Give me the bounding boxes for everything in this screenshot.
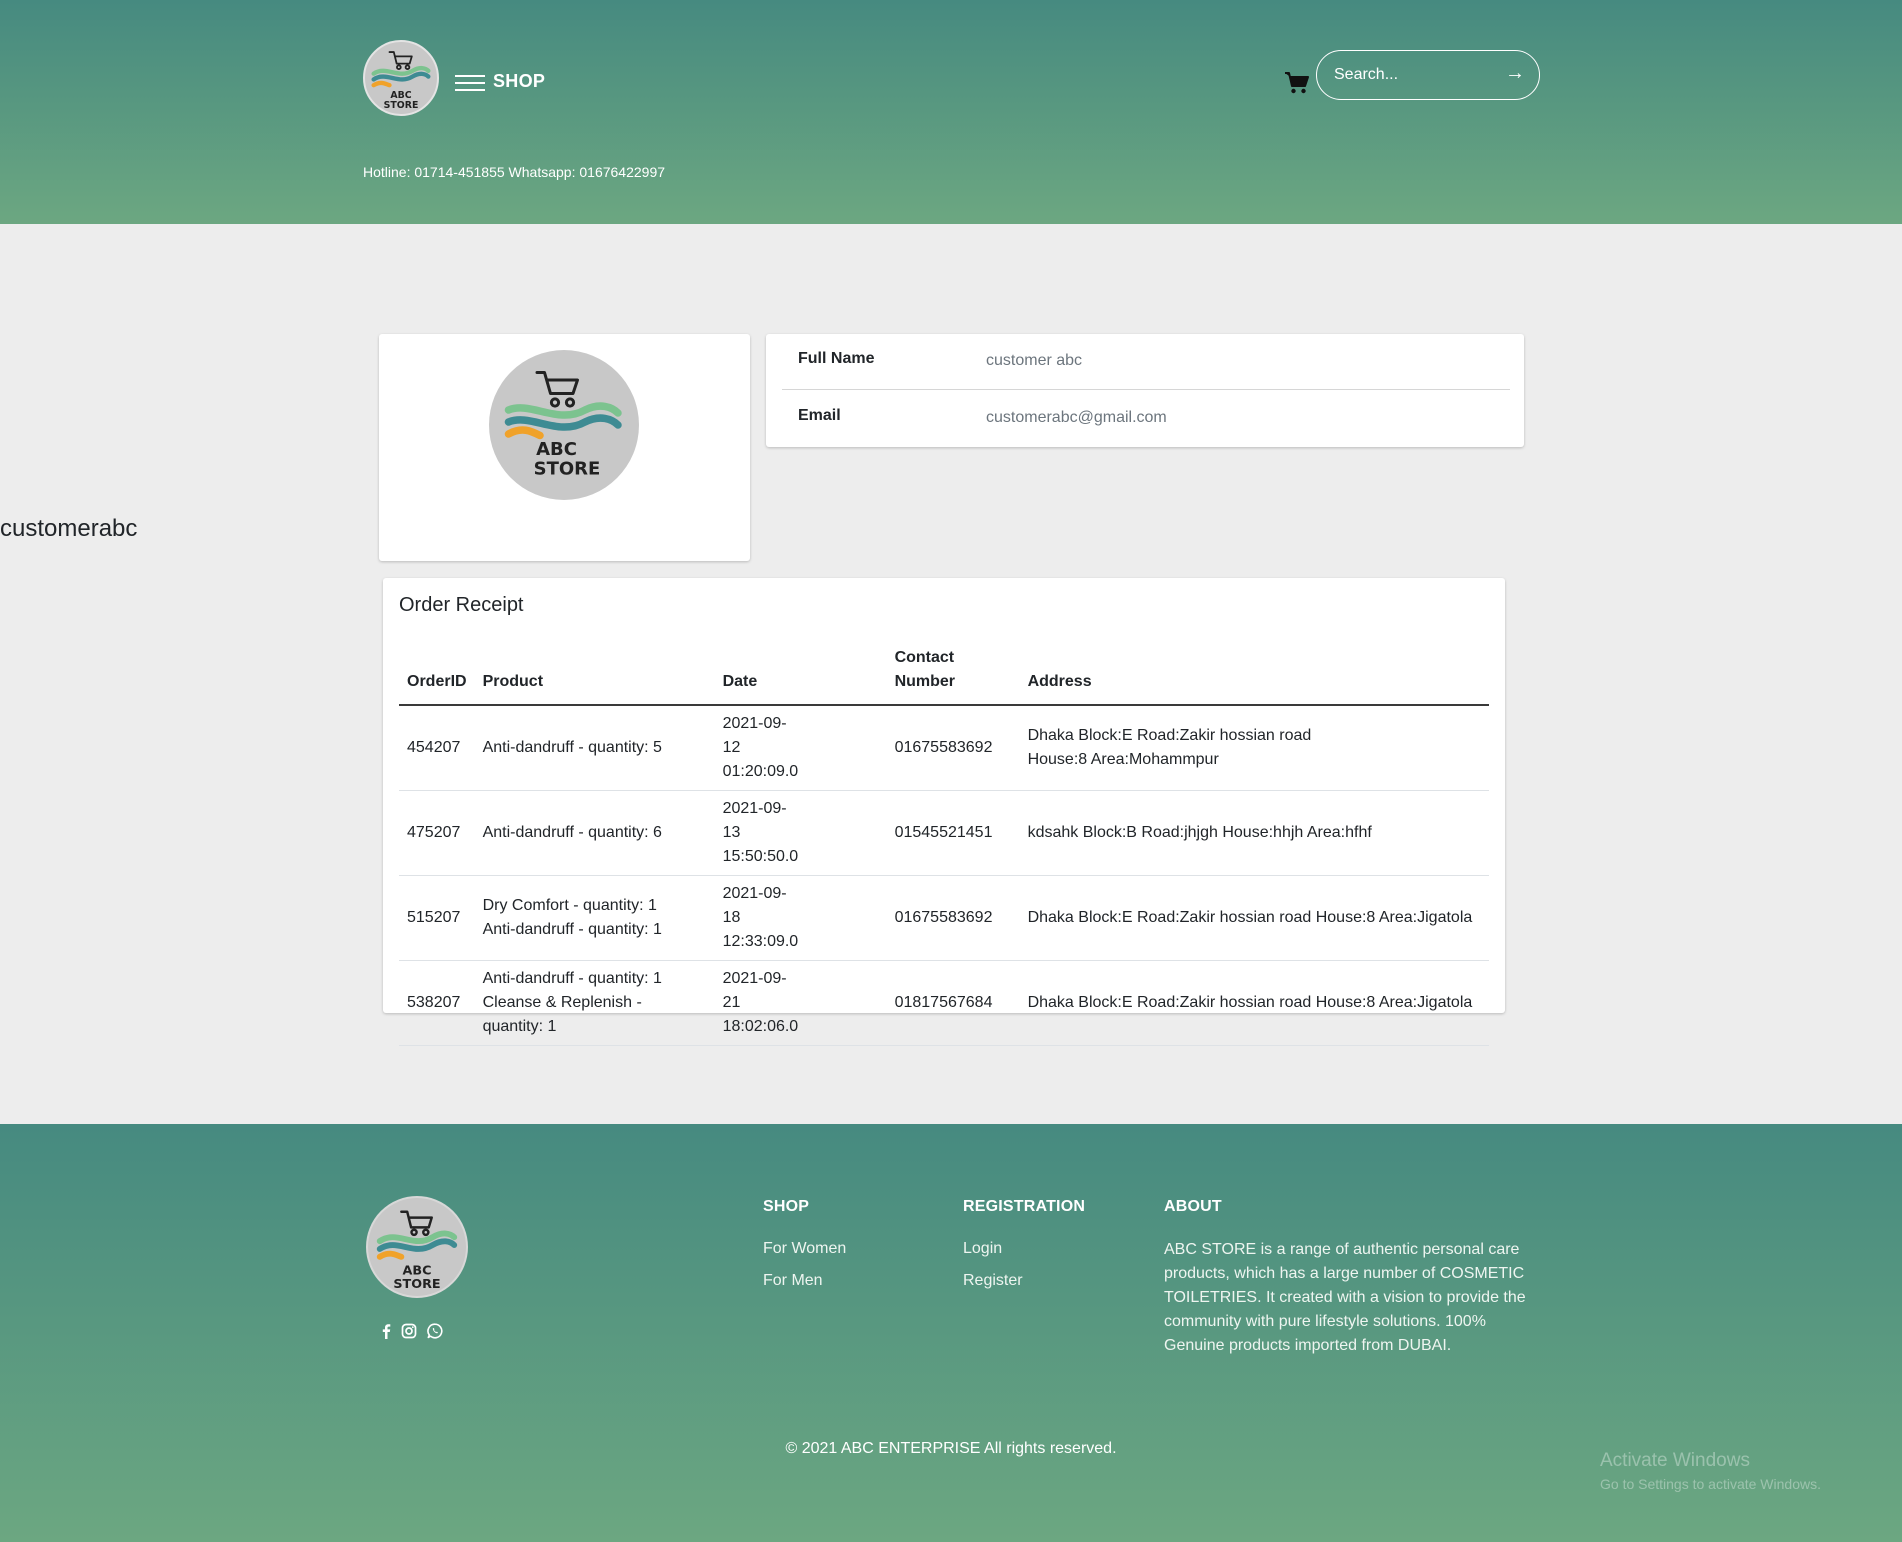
instagram-icon[interactable] bbox=[400, 1322, 418, 1340]
contact-cell: 01675583692 bbox=[886, 875, 1020, 961]
footer-link-for-women[interactable]: For Women bbox=[763, 1240, 846, 1258]
shop-nav-link[interactable]: SHOP bbox=[493, 71, 545, 92]
activate-windows-title: Activate Windows bbox=[1600, 1450, 1750, 1471]
footer-shop-heading: SHOP bbox=[763, 1198, 810, 1215]
hotline-text: Hotline: 01714-451855 Whatsapp: 01676422… bbox=[363, 164, 666, 180]
profile-username: customerabc bbox=[0, 515, 138, 542]
date-cell: 2021-09-18 12:33:09.0 bbox=[714, 875, 887, 961]
order-receipt-card: Order Receipt OrderID Product Date Conta… bbox=[383, 578, 1505, 1046]
svg-text:STORE: STORE bbox=[384, 100, 419, 111]
orders-table: OrderID Product Date Contact Number Addr… bbox=[399, 638, 1489, 1046]
date-cell: 2021-09-12 01:20:09.0 bbox=[714, 705, 887, 791]
facebook-icon[interactable] bbox=[377, 1322, 395, 1340]
column-header-orderid: OrderID bbox=[399, 638, 475, 706]
product-cell: Dry Comfort - quantity: 1 Anti-dandruff … bbox=[474, 875, 715, 961]
profile-avatar: ABC STORE bbox=[489, 350, 639, 500]
store-logo-icon: ABC STORE bbox=[371, 51, 431, 111]
profile-info-card: Full Name customer abc Email customerabc… bbox=[766, 334, 1524, 447]
site-footer: ABC STORE SHOP For Women For Men REGISTR… bbox=[0, 1124, 1902, 1542]
footer-logo[interactable]: ABC STORE bbox=[366, 1196, 468, 1298]
product-cell: Anti-dandruff - quantity: 1 Cleanse & Re… bbox=[474, 960, 715, 1046]
full-name-label: Full Name bbox=[798, 350, 875, 367]
footer-link-login[interactable]: Login bbox=[963, 1240, 1002, 1258]
footer-link-for-men[interactable]: For Men bbox=[763, 1272, 823, 1290]
full-name-row: Full Name customer abc bbox=[782, 334, 1510, 390]
store-logo-icon: ABC STORE bbox=[504, 371, 622, 480]
footer-registration-heading: REGISTRATION bbox=[963, 1198, 1086, 1215]
footer-link-register[interactable]: Register bbox=[963, 1272, 1023, 1290]
column-header-address: Address bbox=[1019, 638, 1489, 706]
table-row: 454207 Anti-dandruff - quantity: 5 2021-… bbox=[399, 705, 1489, 791]
order-id-cell: 515207 bbox=[399, 875, 475, 961]
column-header-product: Product bbox=[474, 638, 715, 706]
footer-about-text: ABC STORE is a range of authentic person… bbox=[1164, 1241, 1526, 1354]
date-cell: 2021-09-13 15:50:50.0 bbox=[714, 790, 887, 876]
activate-windows-subtitle: Go to Settings to activate Windows. bbox=[1600, 1476, 1821, 1492]
svg-text:STORE: STORE bbox=[393, 1277, 440, 1292]
table-row: 475207 Anti-dandruff - quantity: 6 2021-… bbox=[399, 790, 1489, 876]
order-id-cell: 475207 bbox=[399, 790, 475, 876]
svg-text:STORE: STORE bbox=[534, 459, 601, 480]
shopping-cart-icon[interactable] bbox=[1284, 71, 1310, 95]
search-bar: → bbox=[1316, 50, 1540, 100]
order-receipt-title: Order Receipt bbox=[399, 594, 524, 616]
email-row: Email customerabc@gmail.com bbox=[782, 391, 1510, 447]
product-cell: Anti-dandruff - quantity: 5 bbox=[474, 705, 715, 791]
hamburger-menu-icon[interactable] bbox=[455, 75, 485, 92]
footer-about-heading: ABOUT bbox=[1164, 1198, 1222, 1215]
product-cell: Anti-dandruff - quantity: 6 bbox=[474, 790, 715, 876]
site-header: ABC STORE SHOP → Hotline: 01714-451855 W… bbox=[0, 0, 1902, 224]
address-cell: Dhaka Block:E Road:Zakir hossian road Ho… bbox=[1019, 705, 1489, 791]
search-submit-arrow-icon[interactable]: → bbox=[1505, 62, 1525, 85]
column-header-contact-number: Contact Number bbox=[886, 638, 1020, 706]
contact-cell: 01545521451 bbox=[886, 790, 1020, 876]
address-cell: Dhaka Block:E Road:Zakir hossian road Ho… bbox=[1019, 960, 1489, 1046]
address-cell: Dhaka Block:E Road:Zakir hossian road Ho… bbox=[1019, 875, 1489, 961]
email-value: customerabc@gmail.com bbox=[986, 409, 1167, 426]
table-row: 515207 Dry Comfort - quantity: 1 Anti-da… bbox=[399, 875, 1489, 961]
full-name-value: customer abc bbox=[986, 352, 1083, 369]
whatsapp-icon[interactable] bbox=[426, 1322, 444, 1340]
email-label: Email bbox=[798, 407, 841, 424]
contact-cell: 01817567684 bbox=[886, 960, 1020, 1046]
table-header-row: OrderID Product Date Contact Number Addr… bbox=[399, 638, 1489, 706]
svg-text:ABC: ABC bbox=[536, 439, 577, 460]
date-cell: 2021-09-21 18:02:06.0 bbox=[714, 960, 887, 1046]
store-logo[interactable]: ABC STORE bbox=[363, 40, 439, 116]
search-input[interactable] bbox=[1334, 64, 1494, 86]
table-row: 538207 Anti-dandruff - quantity: 1 Clean… bbox=[399, 960, 1489, 1046]
order-id-cell: 454207 bbox=[399, 705, 475, 791]
svg-text:ABC: ABC bbox=[390, 90, 411, 101]
store-logo-icon: ABC STORE bbox=[376, 1210, 458, 1292]
order-id-cell: 538207 bbox=[399, 960, 475, 1046]
address-cell: kdsahk Block:B Road:jhjgh House:hhjh Are… bbox=[1019, 790, 1489, 876]
column-header-date: Date bbox=[714, 638, 887, 706]
contact-cell: 01675583692 bbox=[886, 705, 1020, 791]
